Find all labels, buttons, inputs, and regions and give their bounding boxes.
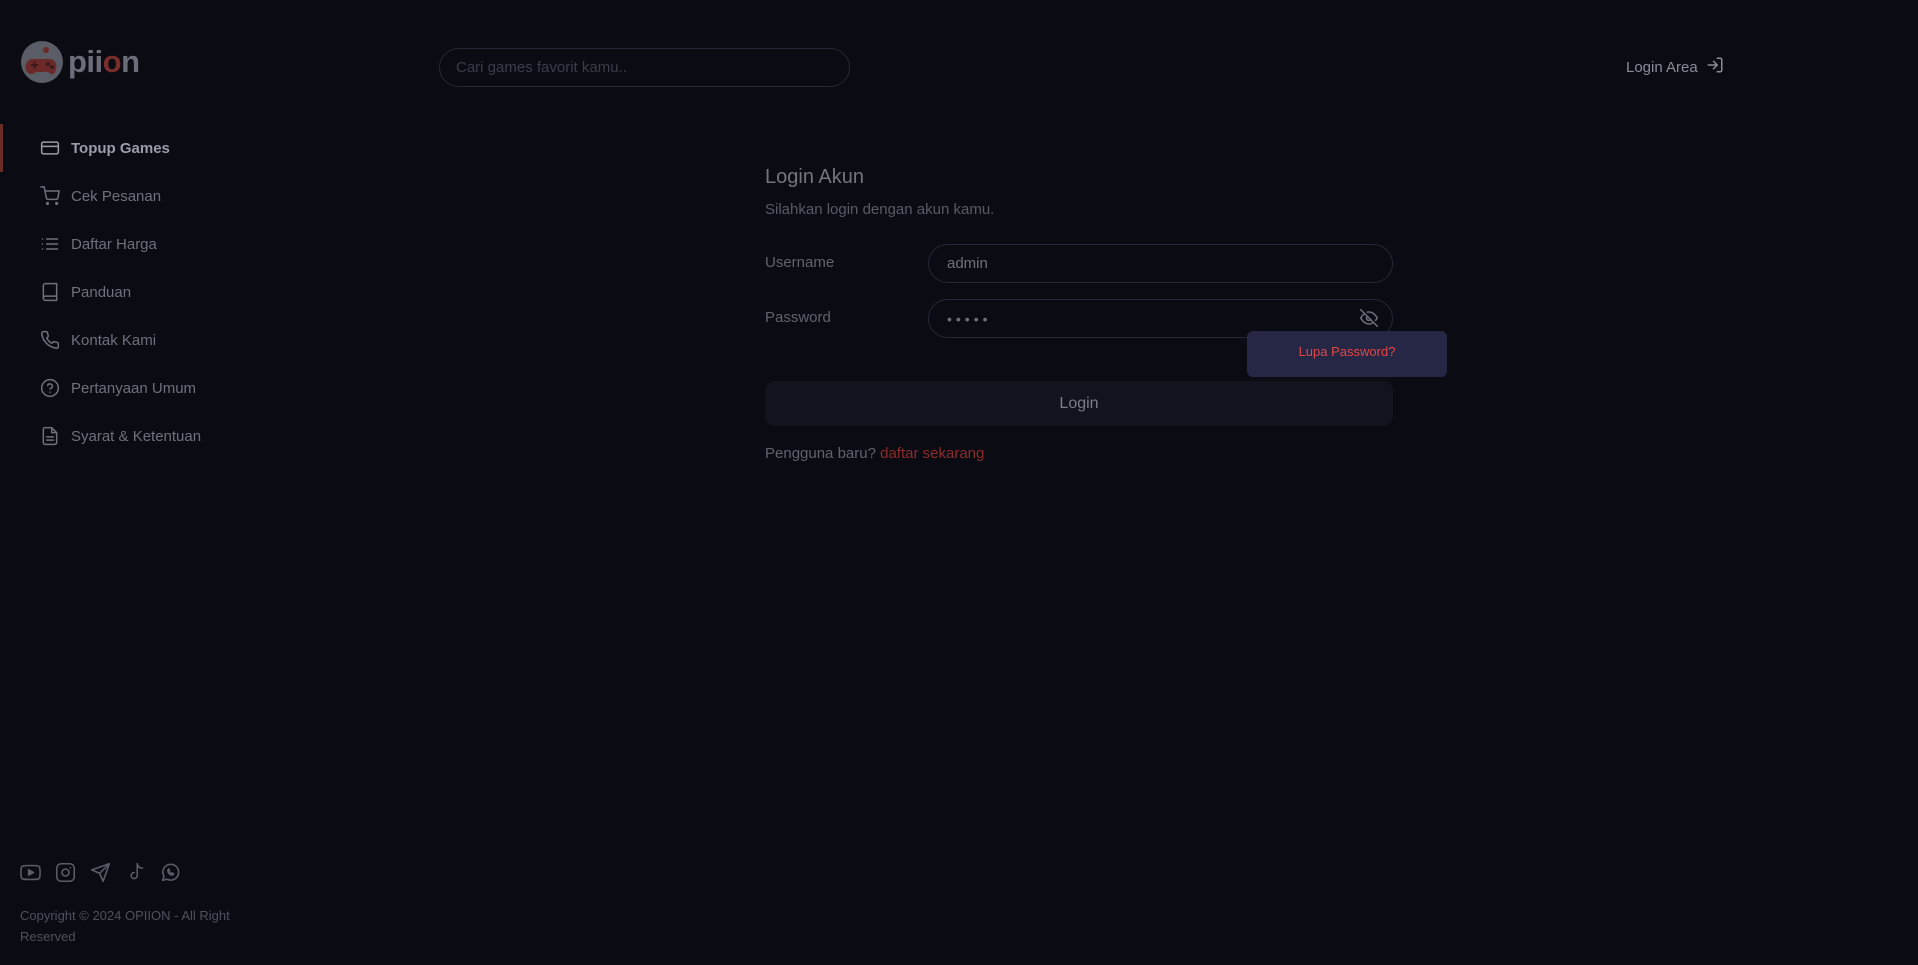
sidebar-item-kontak-kami[interactable]: Kontak Kami xyxy=(0,316,260,364)
list-icon xyxy=(40,234,60,254)
sidebar-item-label: Kontak Kami xyxy=(71,331,157,349)
username-label: Username xyxy=(765,254,835,271)
brand-name-main: pii xyxy=(68,44,103,79)
forgot-password-popover: Lupa Password? xyxy=(1247,331,1447,377)
sidebar-item-cek-pesanan[interactable]: Cek Pesanan xyxy=(0,172,260,220)
tiktok-icon[interactable] xyxy=(125,862,146,883)
login-button[interactable]: Login xyxy=(765,381,1393,426)
cart-icon xyxy=(40,186,60,206)
forgot-password-link[interactable]: Lupa Password? xyxy=(1299,344,1396,359)
register-link[interactable]: daftar sekarang xyxy=(880,445,984,462)
telegram-icon[interactable] xyxy=(90,862,111,883)
sidebar-item-label: Daftar Harga xyxy=(71,235,157,253)
brand-logo[interactable]: piion xyxy=(20,38,140,86)
sidebar-item-topup-games[interactable]: Topup Games xyxy=(0,124,260,172)
youtube-icon[interactable] xyxy=(20,862,41,883)
register-prompt-text: Pengguna baru? xyxy=(765,445,876,462)
search-input[interactable] xyxy=(439,48,850,87)
copyright-text: Copyright © 2024 OPIION - All Right Rese… xyxy=(20,908,230,944)
document-icon xyxy=(40,426,60,446)
app-root: piion Login Area Topup Games xyxy=(0,0,1918,965)
sidebar-item-label: Topup Games xyxy=(71,139,170,157)
book-icon xyxy=(40,282,60,302)
gamepad-logo-icon xyxy=(20,40,64,84)
register-prompt: Pengguna baru? daftar sekarang xyxy=(765,445,984,462)
password-label: Password xyxy=(765,309,831,326)
whatsapp-icon[interactable] xyxy=(160,862,181,883)
sidebar-item-pertanyaan-umum[interactable]: Pertanyaan Umum xyxy=(0,364,260,412)
brand-name-accent: o xyxy=(102,44,122,79)
sidebar-item-syarat-ketentuan[interactable]: Syarat & Ketentuan xyxy=(0,412,260,460)
instagram-icon[interactable] xyxy=(55,862,76,883)
eye-off-icon[interactable] xyxy=(1359,308,1379,328)
phone-icon xyxy=(40,330,60,350)
brand-name: piion xyxy=(68,44,140,80)
login-area-label: Login Area xyxy=(1626,58,1698,76)
sidebar-nav: Topup Games Cek Pesanan Daftar Harga Pan… xyxy=(0,124,260,460)
page-subtitle: Silahkan login dengan akun kamu. xyxy=(765,201,995,218)
login-area-link[interactable]: Login Area xyxy=(1626,56,1724,78)
credit-card-icon xyxy=(40,138,60,158)
sign-in-icon xyxy=(1706,56,1724,78)
username-input[interactable] xyxy=(928,244,1393,283)
sidebar-item-label: Syarat & Ketentuan xyxy=(71,427,202,445)
sidebar-item-daftar-harga[interactable]: Daftar Harga xyxy=(0,220,260,268)
sidebar-item-panduan[interactable]: Panduan xyxy=(0,268,260,316)
sidebar-item-label: Pertanyaan Umum xyxy=(71,379,197,397)
brand-name-end: n xyxy=(121,44,140,79)
sidebar-item-label: Panduan xyxy=(71,283,132,301)
social-links xyxy=(20,862,181,883)
page-title: Login Akun xyxy=(765,166,864,188)
question-icon xyxy=(40,378,60,398)
sidebar-item-label: Cek Pesanan xyxy=(71,187,162,205)
